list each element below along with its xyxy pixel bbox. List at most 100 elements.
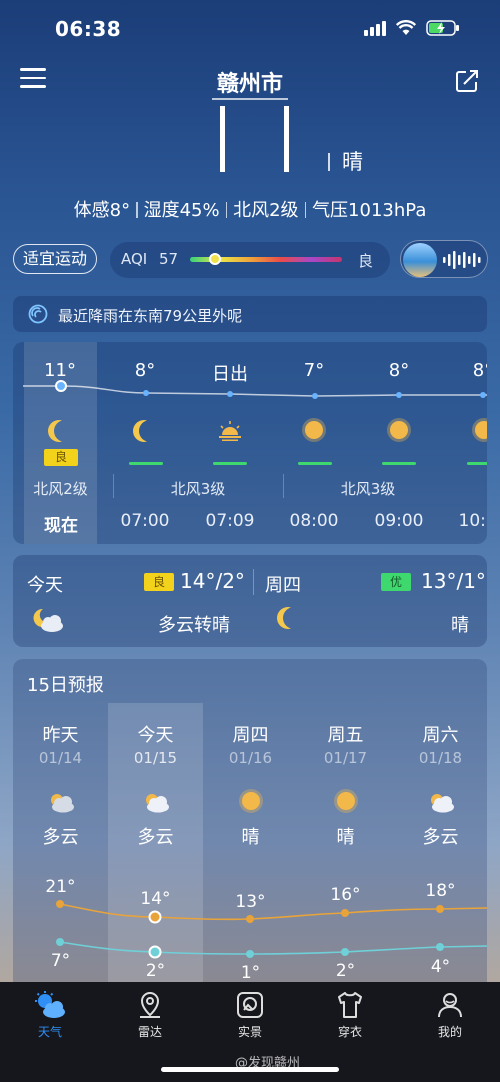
hour-time: 09:00 — [374, 511, 424, 531]
hour-temp: 7° — [303, 360, 325, 381]
air-quality-bar — [213, 462, 247, 465]
status-icons — [364, 20, 460, 36]
tab-label: 实景 — [237, 1025, 262, 1039]
aqi-label: AQI — [121, 250, 148, 268]
day-temp-range: 13°/1° — [421, 569, 486, 593]
air-quality-bar — [467, 462, 487, 465]
hour-time: 07:09 — [205, 511, 255, 531]
feels-like: 体感8° — [73, 200, 131, 221]
radar-signal-icon — [28, 304, 48, 324]
forecast-low: 1° — [240, 963, 261, 983]
hour-time: 现在 — [44, 516, 78, 536]
status-time: 06:38 — [55, 17, 122, 41]
two-day-summary: 今天 良 14°/2° 多云转晴 周四 优 13°/1° 晴 — [13, 555, 487, 647]
cellular-signal-icon — [364, 21, 386, 36]
share-icon[interactable] — [454, 68, 480, 94]
voice-broadcast-button[interactable] — [400, 240, 488, 278]
sun-icon — [384, 420, 414, 445]
hour-temp: 8° — [472, 360, 487, 381]
aqi-panel[interactable]: AQI 57 良 — [110, 242, 390, 278]
moon-icon — [44, 420, 74, 448]
sun-icon — [299, 420, 329, 445]
tab-radar[interactable]: 雷达 — [100, 990, 200, 1040]
day-condition: 多云转晴 — [158, 615, 230, 636]
forecast-low: 4° — [430, 957, 451, 977]
fifteen-day-forecast[interactable]: 15日预报 昨天 今天 周四 周五 周六 01/14 01/15 01/16 0… — [13, 659, 487, 999]
hour-time: 07:00 — [120, 511, 170, 531]
header: 赣州市 — [0, 58, 500, 102]
forecast-high: 14° — [140, 889, 171, 909]
hour-temp: 8° — [134, 360, 156, 381]
city-underline — [212, 98, 288, 100]
aqi-level: 良 — [358, 252, 374, 270]
forecast-high: 21° — [45, 877, 76, 897]
status-bar: 06:38 — [0, 0, 500, 58]
tab-profile[interactable]: 我的 — [400, 990, 500, 1040]
hour-temp: 日出 — [212, 364, 248, 385]
wifi-icon — [396, 20, 416, 35]
tab-clothing[interactable]: 穿衣 — [300, 990, 400, 1040]
current-condition: 晴 — [328, 146, 363, 176]
air-quality-bar — [382, 462, 416, 465]
rain-notice-bar[interactable]: 最近降雨在东南79公里外呢 — [13, 296, 487, 332]
home-indicator[interactable] — [161, 1067, 339, 1072]
moon-icon — [129, 420, 159, 448]
sunrise-icon — [215, 420, 245, 448]
air-quality-badge: 良 — [144, 573, 174, 591]
sport-suitability-button[interactable]: 适宜运动 — [13, 244, 98, 274]
tab-weather[interactable]: 天气 — [0, 990, 100, 1040]
forecast-high: 16° — [330, 885, 361, 905]
hour-wind: 北风2级 — [33, 480, 88, 498]
photo-icon — [237, 992, 263, 1018]
humidity: 湿度45% — [143, 200, 220, 221]
hour-temp: 11° — [44, 360, 76, 381]
rain-notice-text: 最近降雨在东南79公里外呢 — [58, 307, 243, 325]
tab-photos[interactable]: 实景 — [200, 990, 300, 1040]
hour-wind: 北风3级 — [340, 480, 396, 498]
air-quality-bar — [129, 462, 163, 465]
pressure: 气压1013hPa — [312, 200, 427, 221]
aqi-value: 57 — [159, 250, 179, 268]
tab-label: 天气 — [37, 1025, 62, 1039]
today-summary[interactable]: 今天 良 14°/2° 多云转晴 — [13, 555, 253, 647]
hour-temp: 8° — [388, 360, 410, 381]
air-quality-bar — [298, 462, 332, 465]
hour-time: 08:00 — [289, 511, 339, 531]
forecast-temp-curves — [56, 900, 487, 959]
battery-charging-icon — [426, 20, 459, 36]
air-quality-badge: 优 — [381, 573, 411, 591]
day-name: 周四 — [265, 575, 301, 596]
tab-label: 我的 — [437, 1025, 462, 1039]
hour-time: 10:00 — [458, 511, 488, 531]
clothes-icon — [338, 992, 362, 1018]
bottom-tab-bar: 天气 雷达 实景 穿衣 我的 — [0, 982, 500, 1050]
aqi-indicator — [209, 253, 221, 265]
hourly-forecast-panel[interactable]: 11° 8° 日出 7° 8° 8° 良 北风2级 北风3级 北风3级 现在 0… — [13, 342, 487, 544]
wind: 北风2级 — [233, 200, 299, 221]
tab-label: 雷达 — [137, 1025, 162, 1039]
sound-wave-icon — [443, 251, 481, 269]
city-name[interactable]: 赣州市 — [0, 66, 500, 98]
moon-icon — [277, 607, 299, 635]
sun-icon — [469, 420, 487, 445]
forecast-low: 2° — [145, 961, 166, 981]
day-name: 今天 — [27, 575, 63, 596]
forecast-high: 13° — [235, 892, 266, 912]
hour-wind: 北风3级 — [170, 480, 226, 498]
forecast-high: 18° — [425, 881, 456, 901]
current-details: 体感8° 湿度45% 北风2级 气压1013hPa — [0, 196, 500, 222]
current-temperature — [220, 106, 292, 172]
tab-label: 穿衣 — [337, 1025, 362, 1039]
air-quality-badge: 良 — [44, 449, 78, 466]
aqi-row: 适宜运动 AQI 57 良 — [0, 240, 500, 280]
forecast-low: 7° — [50, 951, 71, 971]
tomorrow-summary[interactable]: 周四 优 13°/1° 晴 — [253, 555, 487, 647]
forecast-low: 2° — [335, 961, 356, 981]
day-temp-range: 14°/2° — [180, 569, 245, 593]
profile-icon — [438, 993, 462, 1018]
voice-avatar — [403, 243, 437, 277]
weather-icon — [35, 991, 65, 1018]
partly-cloudy-night-icon — [33, 607, 67, 639]
day-condition: 晴 — [451, 615, 469, 636]
radar-icon — [140, 991, 160, 1018]
